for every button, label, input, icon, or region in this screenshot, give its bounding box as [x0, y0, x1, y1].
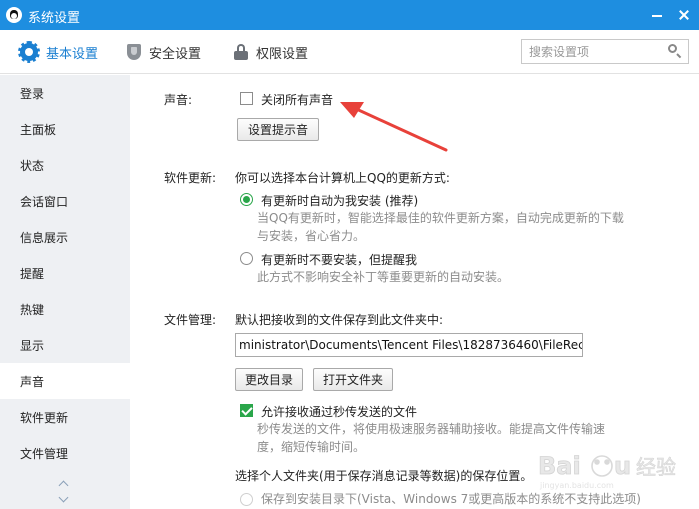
svg-text:u: u — [614, 452, 631, 480]
sidebar-item-status[interactable]: 状态 — [0, 147, 130, 183]
window-title: 系统设置 — [28, 11, 81, 26]
title-bar: 系统设置 — [0, 0, 699, 30]
save-to-install-dir-radio[interactable] — [240, 493, 253, 506]
sidebar-item-main-panel[interactable]: 主面板 — [0, 111, 130, 147]
svg-text:经验: 经验 — [636, 455, 676, 479]
baidu-watermark-logo: Bai u 经验 jingyan.baidu.com — [538, 452, 677, 490]
files-section-label: 文件管理: — [164, 313, 217, 327]
tab-label: 基本设置 — [46, 46, 99, 62]
settings-tabs: 基本设置 安全设置 权限设置 — [0, 30, 699, 74]
sidebar-item-sound[interactable]: 声音 — [0, 363, 130, 399]
personal-folder-intro: 选择个人文件夹(用于保存消息记录等数据)的保存位置。 — [235, 469, 533, 483]
mute-all-checkbox[interactable] — [240, 92, 253, 105]
shield-icon — [127, 44, 141, 60]
remind-only-description: 此方式不影响安全补丁等重要更新的自动安装。 — [257, 270, 510, 284]
scroll-down-arrow-icon[interactable] — [58, 495, 70, 503]
minimize-button[interactable] — [645, 3, 669, 27]
tab-permission-settings[interactable]: 权限设置 — [234, 30, 308, 74]
update-intro-text: 你可以选择本台计算机上QQ的更新方式: — [235, 171, 450, 185]
tab-security-settings[interactable]: 安全设置 — [127, 30, 201, 74]
close-button[interactable] — [672, 3, 696, 27]
sidebar-item-login[interactable]: 登录 — [0, 75, 130, 111]
sidebar-item-chat-window[interactable]: 会话窗口 — [0, 183, 130, 219]
save-to-install-dir-label: 保存到安装目录下(Vista、Windows 7或更高版本的系统不支持此选项) — [261, 492, 641, 506]
auto-update-label: 有更新时自动为我安装 (推荐) — [261, 194, 419, 208]
sidebar: 登录 主面板 状态 会话窗口 信息展示 提醒 热键 显示 声音 软件更新 文件管… — [0, 75, 130, 509]
gear-icon — [18, 41, 40, 63]
tab-basic-settings[interactable]: 基本设置 — [18, 30, 99, 74]
receive-folder-path-field[interactable]: ministrator\Documents\Tencent Files\1828… — [235, 333, 583, 357]
lock-icon — [234, 44, 248, 60]
annotation-arrow-icon — [340, 102, 448, 152]
sidebar-item-display[interactable]: 显示 — [0, 327, 130, 363]
mute-all-label: 关闭所有声音 — [261, 93, 334, 107]
update-section-label: 软件更新: — [164, 171, 217, 185]
svg-text:Bai: Bai — [538, 452, 581, 480]
open-folder-button[interactable]: 打开文件夹 — [313, 368, 393, 391]
sidebar-item-hotkeys[interactable]: 热键 — [0, 291, 130, 327]
svg-text:jingyan.baidu.com: jingyan.baidu.com — [539, 481, 614, 490]
scroll-up-arrow-icon[interactable] — [58, 479, 70, 487]
qq-penguin-icon — [6, 7, 22, 23]
remind-only-label: 有更新时不要安装，但提醒我 — [261, 253, 418, 267]
tab-label: 权限设置 — [256, 46, 309, 62]
auto-update-description: 当QQ有更新时，智能选择最佳的软件更新方案，自动完成更新的下载与安装，省心省力。 — [257, 211, 624, 243]
sidebar-item-info-display[interactable]: 信息展示 — [0, 219, 130, 255]
search-input[interactable] — [522, 40, 662, 63]
sound-section-label: 声音: — [164, 93, 193, 107]
search-icon[interactable] — [668, 44, 682, 58]
search-box — [521, 39, 689, 64]
files-intro-text: 默认把接收到的文件保存到此文件夹中: — [235, 313, 444, 327]
sidebar-item-file-management[interactable]: 文件管理 — [0, 435, 130, 471]
auto-update-radio[interactable] — [240, 193, 253, 206]
allow-flash-transfer-checkbox[interactable] — [240, 404, 253, 417]
sidebar-item-software-update[interactable]: 软件更新 — [0, 399, 130, 435]
change-directory-button[interactable]: 更改目录 — [235, 368, 303, 391]
allow-flash-transfer-label: 允许接收通过秒传发送的文件 — [261, 405, 418, 419]
remind-only-radio[interactable] — [240, 252, 253, 265]
sidebar-item-reminders[interactable]: 提醒 — [0, 255, 130, 291]
tab-label: 安全设置 — [149, 46, 202, 62]
set-notification-tone-button[interactable]: 设置提示音 — [237, 118, 319, 141]
